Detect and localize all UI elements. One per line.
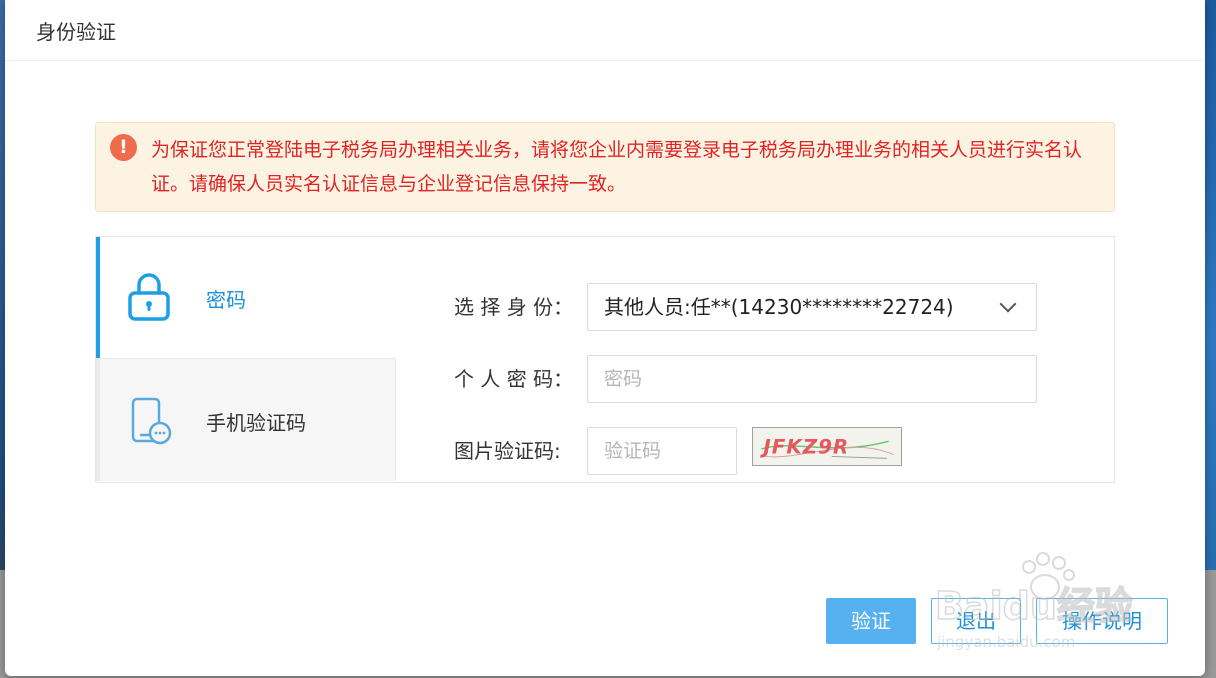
phone-message-icon xyxy=(131,397,172,445)
password-label: 个 人 密 码： xyxy=(454,367,574,391)
verify-button[interactable]: 验证 xyxy=(826,598,916,644)
identity-select[interactable]: 其他人员:任**(14230********22724) xyxy=(587,283,1037,331)
lock-icon xyxy=(128,273,170,321)
chevron-down-icon xyxy=(999,295,1017,313)
alert-message: 为保证您正常登陆电子税务局办理相关业务，请将您企业内需要登录电子税务局办理业务的… xyxy=(151,139,1083,195)
tab-password[interactable]: 密码 xyxy=(96,237,396,358)
tab-password-label: 密码 xyxy=(206,288,246,312)
identity-select-value: 其他人员:任**(14230********22724) xyxy=(604,295,954,319)
tab-sms-code-label: 手机验证码 xyxy=(206,411,306,435)
identity-label: 选 择 身 份： xyxy=(454,295,574,319)
captcha-text: JFKZ9R xyxy=(759,436,849,459)
captcha-input[interactable] xyxy=(587,427,737,475)
warning-alert: ! 为保证您正常登陆电子税务局办理相关业务，请将您企业内需要登录电子税务局办理业… xyxy=(95,122,1115,212)
dialog-header: 身份验证 xyxy=(5,0,1205,61)
exit-button[interactable]: 退出 xyxy=(931,598,1021,644)
exclamation-icon: ! xyxy=(110,134,137,161)
dialog-title: 身份验证 xyxy=(36,19,116,44)
help-button[interactable]: 操作说明 xyxy=(1036,598,1168,644)
tab-sms-code[interactable]: 手机验证码 xyxy=(96,358,396,481)
identity-verification-dialog: 身份验证 ! 为保证您正常登陆电子税务局办理相关业务，请将您企业内需要登录电子税… xyxy=(5,0,1205,676)
password-input[interactable] xyxy=(587,355,1037,403)
captcha-image[interactable]: JFKZ9R xyxy=(752,427,902,466)
verification-panel: 密码 手机验证码 选 择 身 份： 其他人员:任**(14230********… xyxy=(95,236,1115,483)
captcha-label: 图片验证码: xyxy=(454,439,561,463)
